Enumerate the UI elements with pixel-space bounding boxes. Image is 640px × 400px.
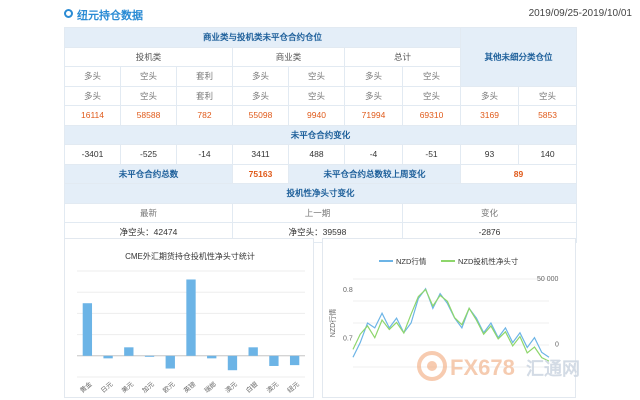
- category-label: 日元: [99, 380, 114, 395]
- bar: [103, 355, 113, 359]
- col-short: 空头: [288, 66, 345, 87]
- cell-change: -525: [120, 144, 177, 165]
- bar: [186, 279, 196, 356]
- y-left-tick: 0.8: [343, 287, 353, 294]
- cell-change: -4: [344, 144, 403, 165]
- category-label: 白银: [244, 379, 260, 395]
- cell-value: 55098: [232, 105, 289, 126]
- col-short: 空头: [401, 66, 462, 87]
- col-long: 多头: [344, 85, 403, 106]
- section-change: 未平仓合约变化: [63, 124, 578, 145]
- y-left-axis-label: NZD行情: [328, 309, 337, 337]
- page-header: 纽元持仓数据 2019/09/25-2019/10/01: [0, 0, 640, 30]
- col-long: 多头: [64, 85, 121, 106]
- net-prev-label: 上一期: [232, 202, 403, 223]
- category-label: 美元: [119, 379, 135, 395]
- chart-title: CME外汇期货持仓投机性净头寸统计: [125, 251, 255, 261]
- col-long: 多头: [460, 85, 520, 106]
- cell-value: 69310: [401, 105, 462, 126]
- oi-total-value: 75163: [232, 163, 289, 184]
- watermark-sub: 汇通网: [526, 359, 580, 379]
- category-label: 欧元: [161, 379, 177, 395]
- category-label: 加元: [140, 379, 156, 395]
- category-label: 英镑: [182, 379, 198, 395]
- cell-value: 16114: [64, 105, 121, 126]
- col-long: 多头: [232, 66, 289, 87]
- net-latest-label: 最新: [64, 202, 233, 223]
- col-long: 多头: [344, 66, 403, 87]
- y-right-tick: 50 000: [537, 276, 559, 283]
- col-short: 空头: [401, 85, 462, 106]
- cell-change: -14: [176, 144, 233, 165]
- col-spread: 套利: [176, 85, 233, 106]
- cell-value: 3169: [460, 105, 520, 126]
- bar: [269, 355, 279, 366]
- col-long: 多头: [64, 66, 121, 87]
- bar: [165, 355, 175, 369]
- col-short: 空头: [518, 85, 578, 106]
- oi-week-change-value: 89: [460, 163, 578, 184]
- oi-total-label: 未平仓合约总数: [64, 163, 233, 184]
- watermark-dot-icon: [427, 361, 437, 371]
- net-position-bar-chart: CME外汇期货持仓投机性净头寸统计 黄金 日元 美元 加元 欧元 英镑 瑞郎 澳元 白银 澳元 纽元: [77, 251, 305, 395]
- page-title: 纽元持仓数据: [77, 10, 143, 22]
- col-short: 空头: [120, 66, 177, 87]
- bar: [289, 355, 300, 366]
- cell-value: 58588: [120, 105, 177, 126]
- cell-change: 140: [518, 144, 578, 165]
- bar: [82, 303, 93, 356]
- net-change-label: 变化: [401, 202, 578, 223]
- cell-change: 93: [460, 144, 520, 165]
- cell-change: -3401: [64, 144, 121, 165]
- bar: [227, 355, 238, 371]
- date-range: 2019/09/25-2019/10/01: [528, 8, 632, 19]
- cell-change: 3411: [232, 144, 289, 165]
- circle-logo-icon: [64, 9, 73, 18]
- legend-label-net: NZD投机性净头寸: [458, 256, 519, 266]
- group-commercial: 商业类: [232, 46, 345, 67]
- category-label: 黄金: [78, 379, 94, 395]
- y-left-tick: 0.7: [343, 336, 353, 343]
- legend-label-nzd: NZD行情: [396, 256, 427, 266]
- section-reportable: 商业类与投机类未平仓合约仓位: [63, 27, 462, 48]
- net-position-bar-chart-panel: CME外汇期货持仓投机性净头寸统计 黄金 日元 美元 加元 欧元 英镑 瑞郎 澳元 白银 澳元 纽元: [64, 238, 314, 398]
- col-short: 空头: [120, 85, 177, 106]
- group-total: 总计: [343, 46, 462, 67]
- category-label: 澳元: [264, 379, 280, 395]
- col-short: 空头: [288, 85, 345, 106]
- fx678-watermark: FX678 汇通网: [417, 351, 580, 381]
- group-noncommercial: 投机类: [64, 46, 233, 67]
- cell-change: 488: [288, 144, 345, 165]
- oi-week-change-label: 未平仓合约总数较上周变化: [287, 163, 462, 184]
- cell-value: 71994: [344, 105, 403, 126]
- section-net: 投机性净头寸变化: [63, 183, 578, 204]
- cell-change: -51: [401, 144, 462, 165]
- positions-table: 商业类与投机类未平仓合约仓位 其他未细分类仓位 投机类 商业类 总计 多头 空头…: [63, 27, 578, 243]
- col-spread: 套利: [176, 66, 233, 87]
- watermark-brand: FX678: [450, 355, 515, 380]
- bar: [124, 347, 134, 356]
- col-long: 多头: [232, 85, 289, 106]
- bar: [207, 355, 217, 359]
- section-nonreportable: 其他未细分类仓位: [460, 27, 578, 87]
- category-label: 瑞郎: [202, 379, 218, 395]
- category-label: 纽元: [285, 379, 301, 395]
- bar: [248, 347, 258, 356]
- cell-value: 9940: [288, 105, 345, 126]
- bar: [144, 355, 155, 357]
- cell-value: 5853: [518, 105, 578, 126]
- category-label: 澳元: [223, 379, 239, 395]
- cell-value: 782: [176, 105, 233, 126]
